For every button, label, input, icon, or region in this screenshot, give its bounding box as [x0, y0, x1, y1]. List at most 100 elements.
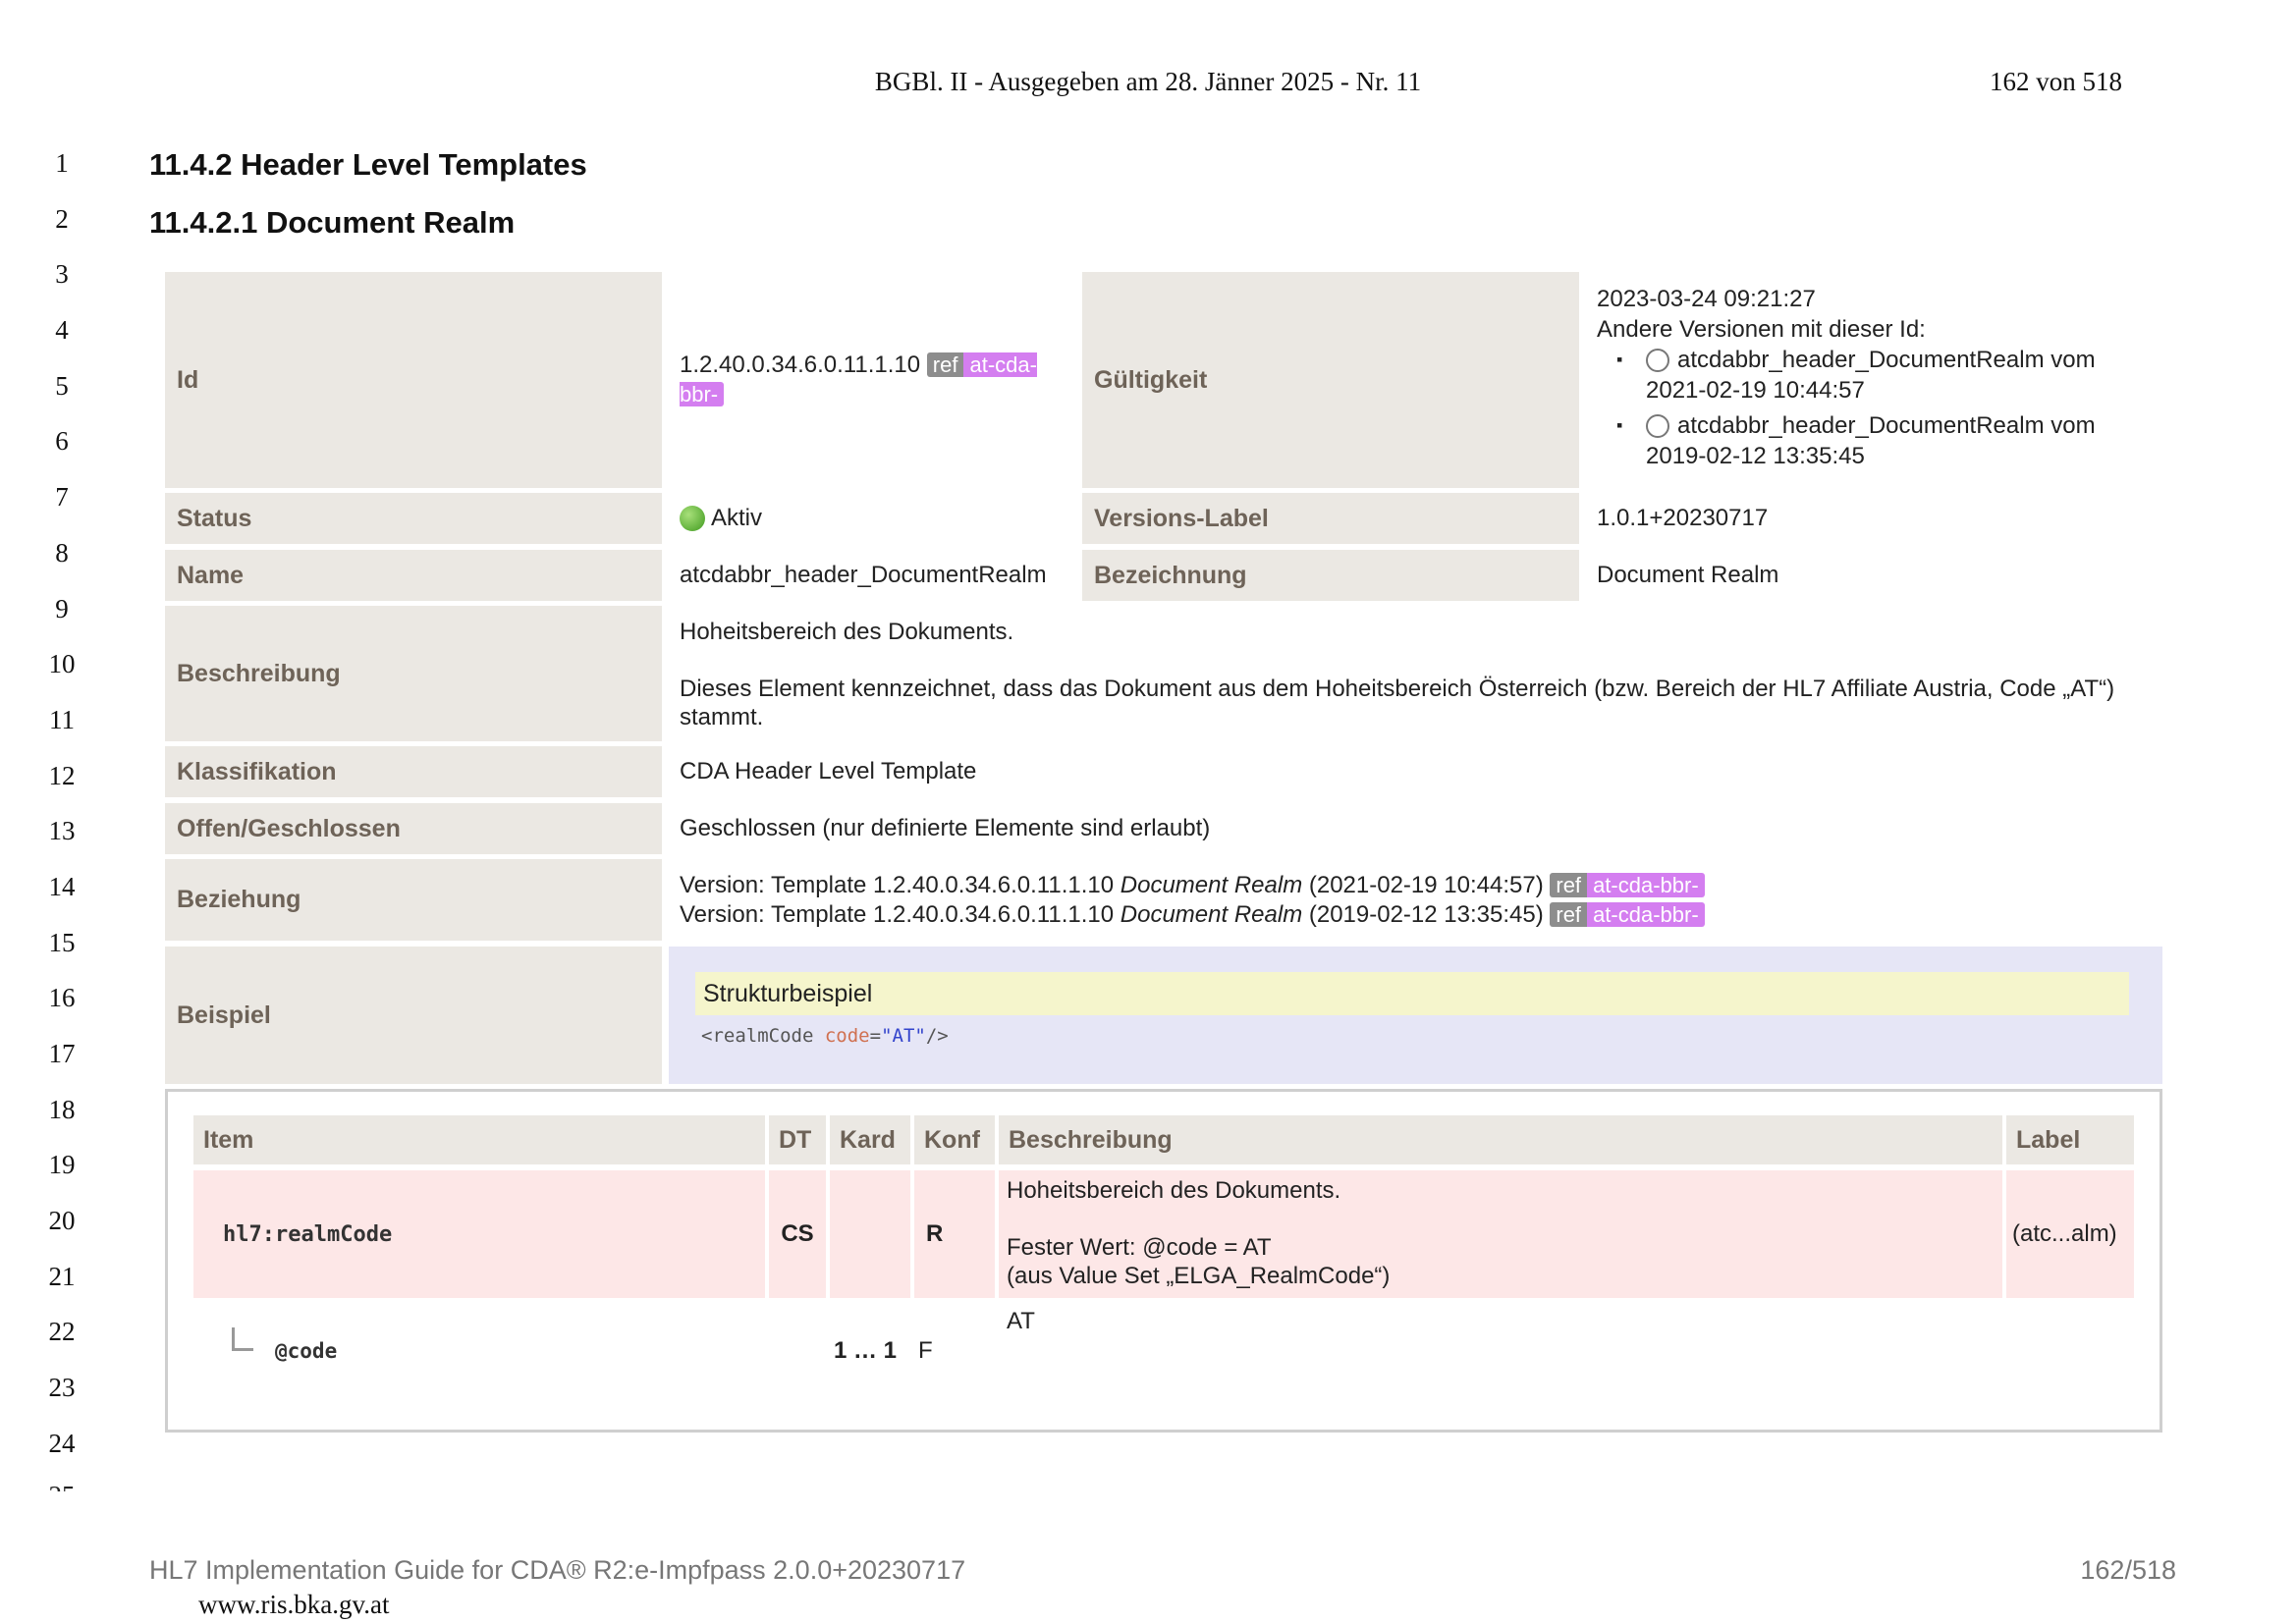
name-value: atcdabbr_header_DocumentRealm — [680, 562, 1047, 588]
line-number: 10 — [48, 649, 76, 679]
id-value-cell: 1.2.40.0.34.6.0.11.1.10 ref at-cda-bbr- — [666, 272, 1078, 488]
beziehung-date: (2019-02-12 13:35:45) — [1308, 901, 1544, 928]
beschreibung-value-cell: Hoheitsbereich des Dokuments. Dieses Ele… — [666, 606, 2162, 741]
item-fixed-value: Fester Wert: @code = AT — [1007, 1234, 1272, 1261]
line-number: 22 — [48, 1317, 76, 1347]
line-number: 11 — [49, 704, 75, 734]
beschreibung-cell: Hoheitsbereich des Dokuments. Fester Wer… — [999, 1170, 2002, 1298]
line-number: 18 — [48, 1094, 76, 1124]
kard-cell — [830, 1170, 910, 1298]
code-example: <realmCode code="AT"/> — [701, 1025, 949, 1047]
tree-branch-icon — [232, 1327, 253, 1351]
versions-label-label: Versions-Label — [1082, 493, 1579, 544]
bezeichnung-value: Document Realm — [1597, 562, 1779, 588]
line-number: 4 — [55, 315, 69, 346]
line-number: 3 — [55, 259, 69, 290]
footer-title: HL7 Implementation Guide for CDA® R2:e-I… — [149, 1555, 966, 1585]
line-number: 12 — [48, 760, 76, 790]
status-value-cell: Aktiv — [666, 493, 1078, 544]
beziehung-entry: Version: Template 1.2.40.0.34.6.0.11.1.1… — [680, 871, 2162, 900]
col-header-konf: Konf — [914, 1115, 995, 1164]
dt-cell: CS — [769, 1170, 826, 1298]
gazette-header: BGBl. II - Ausgegeben am 28. Jänner 2025… — [874, 67, 1422, 96]
project-tag[interactable]: at-cda-bbr- — [1587, 902, 1705, 927]
attribute-item[interactable]: @code — [275, 1339, 337, 1363]
ref-tag[interactable]: ref — [926, 352, 964, 377]
status-label: Status — [165, 493, 662, 544]
line-number: 2 — [55, 203, 69, 234]
klassifikation-value: CDA Header Level Template — [680, 758, 977, 784]
line-number: 19 — [48, 1150, 76, 1180]
beziehung-entry: Version: Template 1.2.40.0.34.6.0.11.1.1… — [680, 900, 2162, 930]
beschreibung-paragraph: Dieses Element kennzeichnet, dass das Do… — [680, 676, 2115, 730]
beziehung-title: Document Realm — [1120, 872, 1303, 898]
beziehung-prefix: Version: Template 1.2.40.0.34.6.0.11.1.1… — [680, 901, 1115, 928]
attribute-kard: 1 … 1 — [834, 1337, 898, 1364]
ref-tag[interactable]: ref — [1550, 873, 1588, 897]
beziehung-value-cell: Version: Template 1.2.40.0.34.6.0.11.1.1… — [666, 859, 2162, 941]
line-number: 15 — [48, 927, 76, 957]
item-value-set: (aus Value Set „ELGA_RealmCode“) — [1007, 1263, 1391, 1289]
other-version-name: atcdabbr_header_DocumentRealm vom — [1677, 412, 2096, 439]
item-description: Hoheitsbereich des Dokuments. — [1007, 1177, 1341, 1204]
line-number: 6 — [55, 426, 69, 457]
line-number: 5 — [55, 370, 69, 401]
line-number: 8 — [55, 537, 69, 568]
footer-page: 162/518 — [2080, 1555, 2176, 1585]
offen-geschlossen-value: Geschlossen (nur definierte Elemente sin… — [680, 815, 1211, 841]
clipped-line-number: 25 — [39, 1478, 84, 1491]
validity-label: Gültigkeit — [1082, 272, 1579, 488]
status-value: Aktiv — [711, 505, 763, 531]
item-cell[interactable]: hl7:realmCode — [193, 1170, 765, 1298]
other-version-date: 2019-02-12 13:35:45 — [1646, 443, 1865, 469]
col-header-item: Item — [193, 1115, 765, 1164]
line-number: 17 — [48, 1039, 76, 1068]
attribute-konf: F — [918, 1337, 933, 1364]
subsection-heading: 11.4.2.1 Document Realm — [149, 205, 516, 240]
id-value: 1.2.40.0.34.6.0.11.1.10 — [680, 352, 921, 378]
line-number: 24 — [48, 1428, 76, 1458]
line-number: 14 — [48, 871, 76, 901]
beziehung-prefix: Version: Template 1.2.40.0.34.6.0.11.1.1… — [680, 872, 1115, 898]
validity-value-cell: 2023-03-24 09:21:27 Andere Versionen mit… — [1583, 272, 2162, 488]
line-numbers: 1 2 3 4 5 6 7 8 9 10 11 12 13 14 15 16 1… — [39, 143, 84, 1480]
line-number: 20 — [48, 1206, 76, 1236]
versions-label-value: 1.0.1+20230717 — [1597, 505, 1769, 531]
name-label: Name — [165, 550, 662, 601]
other-version-item[interactable]: atcdabbr_header_DocumentRealm vom 2019-02… — [1597, 410, 2162, 471]
circle-icon — [1646, 414, 1669, 438]
line-number: 23 — [48, 1373, 76, 1403]
beispiel-label: Beispiel — [165, 947, 662, 1084]
project-tag[interactable]: at-cda-bbr- — [1587, 873, 1705, 897]
konf-cell: R — [914, 1170, 995, 1298]
beschreibung-paragraph: Hoheitsbereich des Dokuments. — [680, 619, 1014, 645]
other-versions-label: Andere Versionen mit dieser Id: — [1597, 316, 1926, 343]
id-label: Id — [165, 272, 662, 488]
line-number: 13 — [48, 816, 76, 846]
line-number: 1 — [55, 148, 69, 178]
other-version-name: atcdabbr_header_DocumentRealm vom — [1677, 347, 2096, 373]
col-header-label: Label — [2006, 1115, 2134, 1164]
status-active-icon — [680, 506, 705, 531]
line-number: 9 — [55, 593, 69, 623]
footer-url[interactable]: www.ris.bka.gv.at — [198, 1590, 389, 1620]
label-cell: (atc...alm) — [2006, 1170, 2134, 1298]
other-versions-list: atcdabbr_header_DocumentRealm vom 2021-02… — [1597, 345, 2162, 471]
page-indicator: 162 von 518 — [1990, 67, 2122, 96]
beziehung-title: Document Realm — [1120, 901, 1303, 928]
col-header-dt: DT — [769, 1115, 826, 1164]
col-header-beschreibung: Beschreibung — [999, 1115, 2002, 1164]
section-heading: 11.4.2 Header Level Templates — [149, 147, 587, 182]
line-number: 16 — [48, 983, 76, 1013]
beziehung-label: Beziehung — [165, 859, 662, 941]
other-version-item[interactable]: atcdabbr_header_DocumentRealm vom 2021-02… — [1597, 345, 2162, 406]
offen-geschlossen-label: Offen/Geschlossen — [165, 803, 662, 854]
ref-tag[interactable]: ref — [1550, 902, 1588, 927]
validity-date: 2023-03-24 09:21:27 — [1597, 286, 1816, 312]
strukturbeispiel-title: Strukturbeispiel — [695, 972, 2129, 1015]
attribute-desc: AT — [1007, 1308, 1035, 1334]
beziehung-date: (2021-02-19 10:44:57) — [1308, 872, 1544, 898]
beispiel-box — [669, 947, 2162, 1084]
col-header-kard: Kard — [830, 1115, 910, 1164]
line-number: 7 — [55, 482, 69, 513]
